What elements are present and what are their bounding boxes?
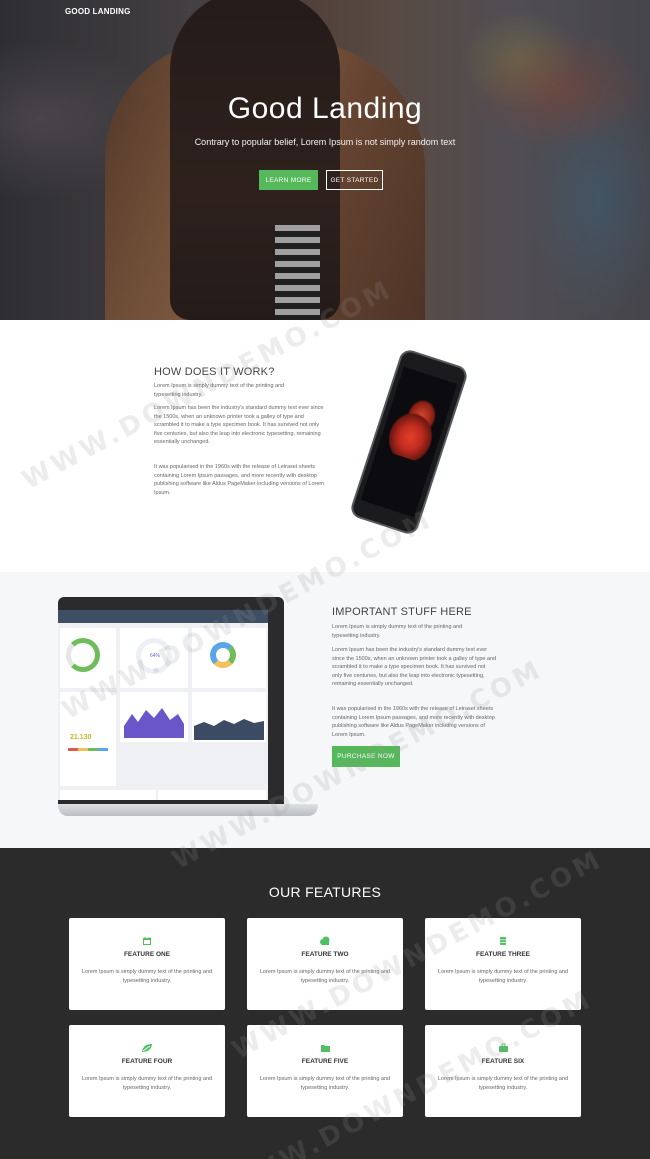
dashboard-card (192, 628, 266, 688)
feature-text: Lorem Ipsum is simply dummy text of the … (259, 1076, 391, 1091)
calendar-icon (141, 936, 153, 947)
feature-name: FEATURE ONE (123, 951, 171, 958)
dashboard-card (60, 628, 116, 688)
how-title: HOW DOES IT WORK? (154, 366, 275, 378)
feature-text: Lorem Ipsum is simply dummy text of the … (81, 969, 213, 984)
feature-card: FEATURE ONE Lorem Ipsum is simply dummy … (69, 918, 225, 1010)
dashboard-card (192, 692, 266, 742)
how-paragraph-1: Lorem Ipsum is simply dummy text of the … (154, 383, 285, 398)
briefcase-icon (497, 1043, 509, 1054)
dashboard-total: 21.130 (70, 734, 92, 741)
hero-title: Good Landing (227, 92, 423, 125)
hero-subtitle: Contrary to popular belief, Lorem Ipsum … (194, 137, 456, 147)
dashboard-header (58, 610, 268, 623)
feature-text: Lorem Ipsum is simply dummy text of the … (437, 1076, 569, 1091)
dashboard-pie-chart (210, 642, 236, 668)
feature-card: FEATURE TWO Lorem Ipsum is simply dummy … (247, 918, 403, 1010)
laptop-base (58, 804, 318, 816)
feature-card: FEATURE SIX Lorem Ipsum is simply dummy … (425, 1025, 581, 1117)
dashboard-donut-chart (66, 638, 100, 672)
feature-text: Lorem Ipsum is simply dummy text of the … (259, 969, 391, 984)
dashboard-card (158, 790, 266, 800)
dashboard-progress-bar (68, 748, 108, 751)
dashboard-card (60, 790, 156, 800)
feature-name: FEATURE FOUR (121, 1058, 173, 1065)
how-paragraph-3: It was popularised in the 1960s with the… (154, 464, 324, 496)
hero-section (0, 0, 650, 320)
how-paragraph-2: Lorem Ipsum has been the industry's stan… (154, 405, 324, 445)
leaf-icon (141, 1043, 153, 1054)
important-paragraph-2: Lorem Ipsum has been the industry's stan… (332, 647, 497, 687)
feature-text: Lorem Ipsum is simply dummy text of the … (81, 1076, 213, 1091)
purchase-now-button[interactable]: PURCHASE NOW (332, 746, 400, 767)
feature-card: FEATURE FIVE Lorem Ipsum is simply dummy… (247, 1025, 403, 1117)
dashboard-percent: 64% (150, 653, 161, 659)
feature-name: FEATURE SIX (481, 1058, 525, 1065)
learn-more-button[interactable]: LEARN MORE (259, 170, 318, 190)
feature-card: FEATURE THREE Lorem Ipsum is simply dumm… (425, 918, 581, 1010)
feature-card: FEATURE FOUR Lorem Ipsum is simply dummy… (69, 1025, 225, 1117)
cloud-icon (319, 936, 331, 947)
dashboard-card: 21.130 (60, 692, 116, 786)
database-icon (497, 936, 509, 947)
dashboard-card (120, 692, 188, 742)
dashboard-card: 64% (120, 628, 188, 688)
get-started-button[interactable]: GET STARTED (326, 170, 383, 190)
dashboard-wave-chart (194, 719, 264, 740)
brand-logo[interactable]: GOOD LANDING (65, 7, 131, 16)
important-paragraph-3: It was popularised in the 1960s with the… (332, 706, 495, 738)
laptop-dashboard-screen: 64% 21.130 (58, 610, 268, 800)
hero-overlay (0, 0, 650, 320)
important-paragraph-1: Lorem Ipsum is simply dummy text of the … (332, 624, 463, 639)
folder-icon (319, 1043, 331, 1054)
feature-name: FEATURE TWO (301, 951, 349, 958)
dashboard-area-chart (124, 708, 184, 738)
how-section (0, 320, 650, 572)
feature-text: Lorem Ipsum is simply dummy text of the … (437, 969, 569, 984)
features-title: OUR FEATURES (268, 884, 382, 900)
important-title: IMPORTANT STUFF HERE (332, 606, 472, 618)
feature-name: FEATURE FIVE (301, 1058, 349, 1065)
feature-name: FEATURE THREE (475, 951, 531, 958)
